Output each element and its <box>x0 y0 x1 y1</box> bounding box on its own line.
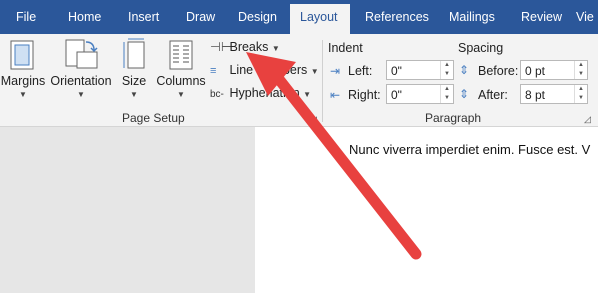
spacing-after-icon: ⇕ <box>459 87 470 101</box>
tab-layout[interactable]: Layout <box>290 4 350 34</box>
spacing-before-icon: ⇕ <box>459 63 470 77</box>
chevron-down-icon: ▼ <box>271 44 280 53</box>
indent-right-icon: ⇤ <box>330 88 341 102</box>
spinner-arrows-icon[interactable]: ▲ ▼ <box>574 61 587 79</box>
breaks-icon: ⊣⊢ <box>210 40 232 54</box>
tab-insert[interactable]: Insert <box>128 10 159 24</box>
page-size-icon <box>123 38 145 69</box>
margins-icon <box>10 40 34 70</box>
chevron-down-icon: ▼ <box>177 90 185 99</box>
tab-view[interactable]: Vie <box>576 10 594 24</box>
document-text-line[interactable]: Nunc viverra imperdiet enim. Fusce est. … <box>349 142 590 157</box>
line-numbers-label: Line Numbers <box>229 63 308 77</box>
hyphenation-icon: bc- <box>210 89 224 100</box>
indent-right-field[interactable]: 0" ▲ ▼ <box>386 84 454 104</box>
spinner-arrows-icon[interactable]: ▲ ▼ <box>440 85 453 103</box>
spinner-arrows-icon[interactable]: ▲ ▼ <box>574 85 587 103</box>
indent-left-label: Left: <box>348 64 373 78</box>
tab-review[interactable]: Review <box>521 10 562 24</box>
chevron-down-icon: ▼ <box>77 90 85 99</box>
breaks-button[interactable]: ⊣⊢ Breaks ▼ <box>210 39 280 54</box>
tab-home[interactable]: Home <box>68 10 101 24</box>
line-numbers-button[interactable]: ≡ Line Numbers ▼ <box>210 63 319 77</box>
paragraph-dialog-launcher-icon[interactable]: ◿ <box>584 114 591 125</box>
spacing-before-value: 0 pt <box>525 64 546 78</box>
group-divider <box>322 40 323 122</box>
chevron-down-icon: ▼ <box>19 90 27 99</box>
chevron-down-icon: ▼ <box>303 90 312 99</box>
tab-mailings[interactable]: Mailings <box>449 10 495 24</box>
tab-design[interactable]: Design <box>238 10 277 24</box>
orientation-icon <box>65 39 98 69</box>
chevron-down-icon: ▼ <box>130 90 138 99</box>
indent-heading: Indent <box>328 41 363 55</box>
spacing-before-label: Before: <box>478 64 519 78</box>
spacing-after-field[interactable]: 8 pt ▲ ▼ <box>520 84 588 104</box>
paragraph-group-label: Paragraph <box>425 111 482 125</box>
tab-file[interactable]: File <box>16 10 36 24</box>
tab-references[interactable]: References <box>365 10 429 24</box>
spinner-arrows-icon[interactable]: ▲ ▼ <box>440 61 453 79</box>
columns-label: Columns <box>156 74 206 88</box>
spacing-before-field[interactable]: 0 pt ▲ ▼ <box>520 60 588 80</box>
margins-label: Margins <box>0 74 46 88</box>
indent-left-field[interactable]: 0" ▲ ▼ <box>386 60 454 80</box>
line-numbers-icon: ≡ <box>210 65 217 77</box>
hyphenation-label: Hyphenation <box>229 86 300 100</box>
document-background <box>0 127 255 293</box>
document-page[interactable]: Nunc viverra imperdiet enim. Fusce est. … <box>255 127 598 293</box>
hyphenation-button[interactable]: bc- Hyphenation ▼ <box>210 86 311 100</box>
indent-right-label: Right: <box>348 88 381 102</box>
spacing-after-label: After: <box>478 88 508 102</box>
ribbon: Margins ▼ Orientation ▼ Size ▼ Columns ▼… <box>0 34 598 127</box>
columns-icon <box>169 40 193 70</box>
spacing-heading: Spacing <box>458 41 504 55</box>
spacing-after-value: 8 pt <box>525 88 546 102</box>
chevron-down-icon: ▼ <box>310 67 319 76</box>
page-setup-group-label: Page Setup <box>122 111 185 125</box>
indent-left-value: 0" <box>391 64 402 78</box>
tab-draw[interactable]: Draw <box>186 10 215 24</box>
indent-right-value: 0" <box>391 88 402 102</box>
breaks-label: Breaks <box>229 40 269 54</box>
size-label: Size <box>121 74 147 88</box>
ribbon-tab-bar: File Home Insert Draw Design Layout Refe… <box>0 0 598 34</box>
page-setup-dialog-launcher-icon[interactable]: ◿ <box>310 114 317 125</box>
indent-left-icon: ⇥ <box>330 64 341 78</box>
orientation-label: Orientation <box>50 74 112 88</box>
